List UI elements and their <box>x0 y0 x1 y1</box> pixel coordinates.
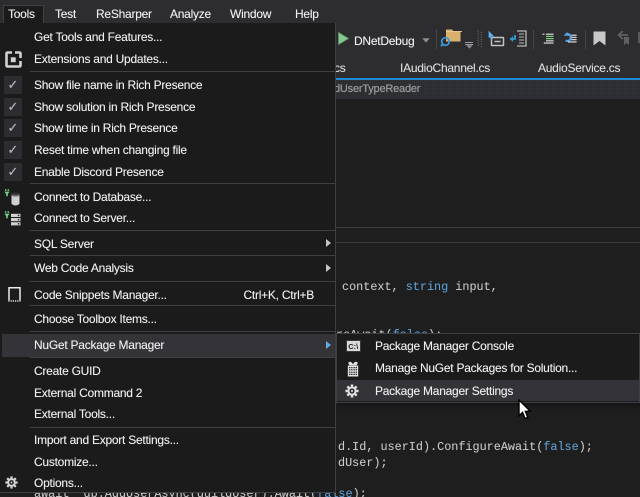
svg-text:C:\: C:\ <box>348 342 359 351</box>
